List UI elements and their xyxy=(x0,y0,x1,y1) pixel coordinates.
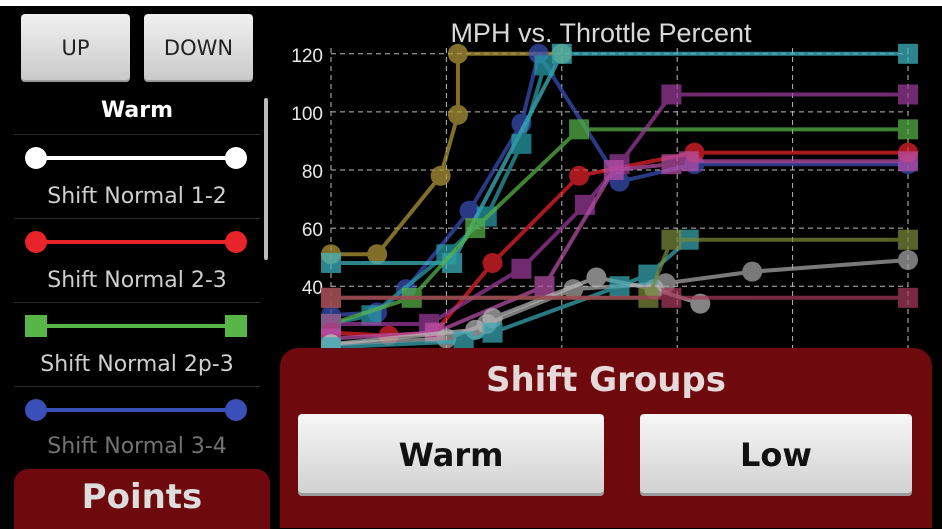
data-point-square[interactable] xyxy=(534,55,555,76)
divider xyxy=(14,386,260,387)
marker-circle-icon xyxy=(25,147,47,169)
marker-square-icon xyxy=(25,315,47,337)
data-point-square[interactable] xyxy=(898,287,918,308)
legend-item-label[interactable]: Shift Normal 3-4 xyxy=(14,434,260,459)
y-tick-label: 120 xyxy=(291,46,323,67)
marker-circle-icon xyxy=(225,399,247,421)
data-point-circle[interactable] xyxy=(447,104,468,125)
down-button[interactable]: DOWN xyxy=(144,14,253,82)
data-point-square[interactable] xyxy=(898,84,918,105)
data-point-square[interactable] xyxy=(661,84,682,105)
data-point-circle[interactable] xyxy=(898,250,918,271)
data-point-square[interactable] xyxy=(898,43,918,64)
shift-group-low-button[interactable]: Low xyxy=(640,414,912,496)
shift-groups-panel: Shift Groups Warm Low xyxy=(280,348,932,528)
marker-circle-icon xyxy=(225,147,247,169)
chart-series xyxy=(321,43,918,353)
chart-title: MPH vs. Throttle Percent xyxy=(450,18,752,48)
data-point-square[interactable] xyxy=(661,287,682,308)
data-point-circle[interactable] xyxy=(569,165,590,186)
data-point-square[interactable] xyxy=(609,276,630,297)
data-point-circle[interactable] xyxy=(447,43,468,64)
series-legend-list[interactable]: Warm Shift Normal 1-2 Shift Normal 2-3 S… xyxy=(14,90,260,460)
legend-swatch-4[interactable] xyxy=(25,399,247,421)
data-point-circle[interactable] xyxy=(482,252,503,273)
data-point-square[interactable] xyxy=(511,133,532,154)
data-point-square[interactable] xyxy=(898,151,918,172)
series-4 xyxy=(321,55,555,334)
data-point-circle[interactable] xyxy=(742,261,763,282)
data-point-square[interactable] xyxy=(465,218,486,239)
marker-square-icon xyxy=(225,315,247,337)
y-tick-label: 100 xyxy=(291,104,323,125)
data-point-square[interactable] xyxy=(551,43,572,64)
up-button[interactable]: UP xyxy=(21,14,130,82)
shift-groups-title: Shift Groups xyxy=(485,360,727,400)
y-tick-label: 80 xyxy=(302,162,323,183)
legend-scrollbar[interactable] xyxy=(264,98,268,260)
divider xyxy=(14,218,260,219)
divider xyxy=(14,134,260,135)
points-panel: Points xyxy=(14,469,270,529)
legend-item-label[interactable]: Shift Normal 2p-3 xyxy=(14,352,260,377)
legend-group-title: Warm xyxy=(100,98,174,123)
legend-swatch-2[interactable] xyxy=(25,231,247,253)
data-point-square[interactable] xyxy=(321,252,341,273)
data-point-square[interactable] xyxy=(511,258,532,279)
points-title: Points xyxy=(81,477,203,517)
data-point-circle[interactable] xyxy=(586,267,607,288)
legend-item-label[interactable]: Shift Normal 1-2 xyxy=(14,184,260,209)
marker-circle-icon xyxy=(225,231,247,253)
legend-swatch-1[interactable] xyxy=(25,147,247,169)
shift-group-warm-button[interactable]: Warm xyxy=(298,414,604,496)
marker-circle-icon xyxy=(25,399,47,421)
app-screen: UP DOWN Warm Shift Normal 1-2 Shift Norm… xyxy=(0,0,942,529)
y-axis-ticks: 40 60 80 100 120 xyxy=(291,46,323,299)
data-point-square[interactable] xyxy=(661,154,682,175)
data-point-square[interactable] xyxy=(482,322,503,343)
status-strip xyxy=(0,0,942,6)
y-tick-label: 60 xyxy=(302,220,323,241)
data-point-square[interactable] xyxy=(569,119,590,140)
series-line xyxy=(331,51,562,257)
data-point-square[interactable] xyxy=(603,160,624,180)
legend-item-label[interactable]: Shift Normal 2-3 xyxy=(14,268,260,293)
legend-swatch-3[interactable] xyxy=(25,315,247,337)
divider xyxy=(14,302,260,303)
data-point-square[interactable] xyxy=(898,119,918,140)
data-point-square[interactable] xyxy=(678,151,699,172)
data-point-square[interactable] xyxy=(661,229,682,250)
data-point-square[interactable] xyxy=(321,287,341,308)
y-tick-label: 40 xyxy=(302,278,323,299)
mph-throttle-chart: MPH vs. Throttle Percent 40 60 80 100 120 xyxy=(291,18,918,353)
marker-circle-icon xyxy=(25,231,47,253)
data-point-circle[interactable] xyxy=(430,165,451,186)
data-point-square[interactable] xyxy=(898,229,918,250)
